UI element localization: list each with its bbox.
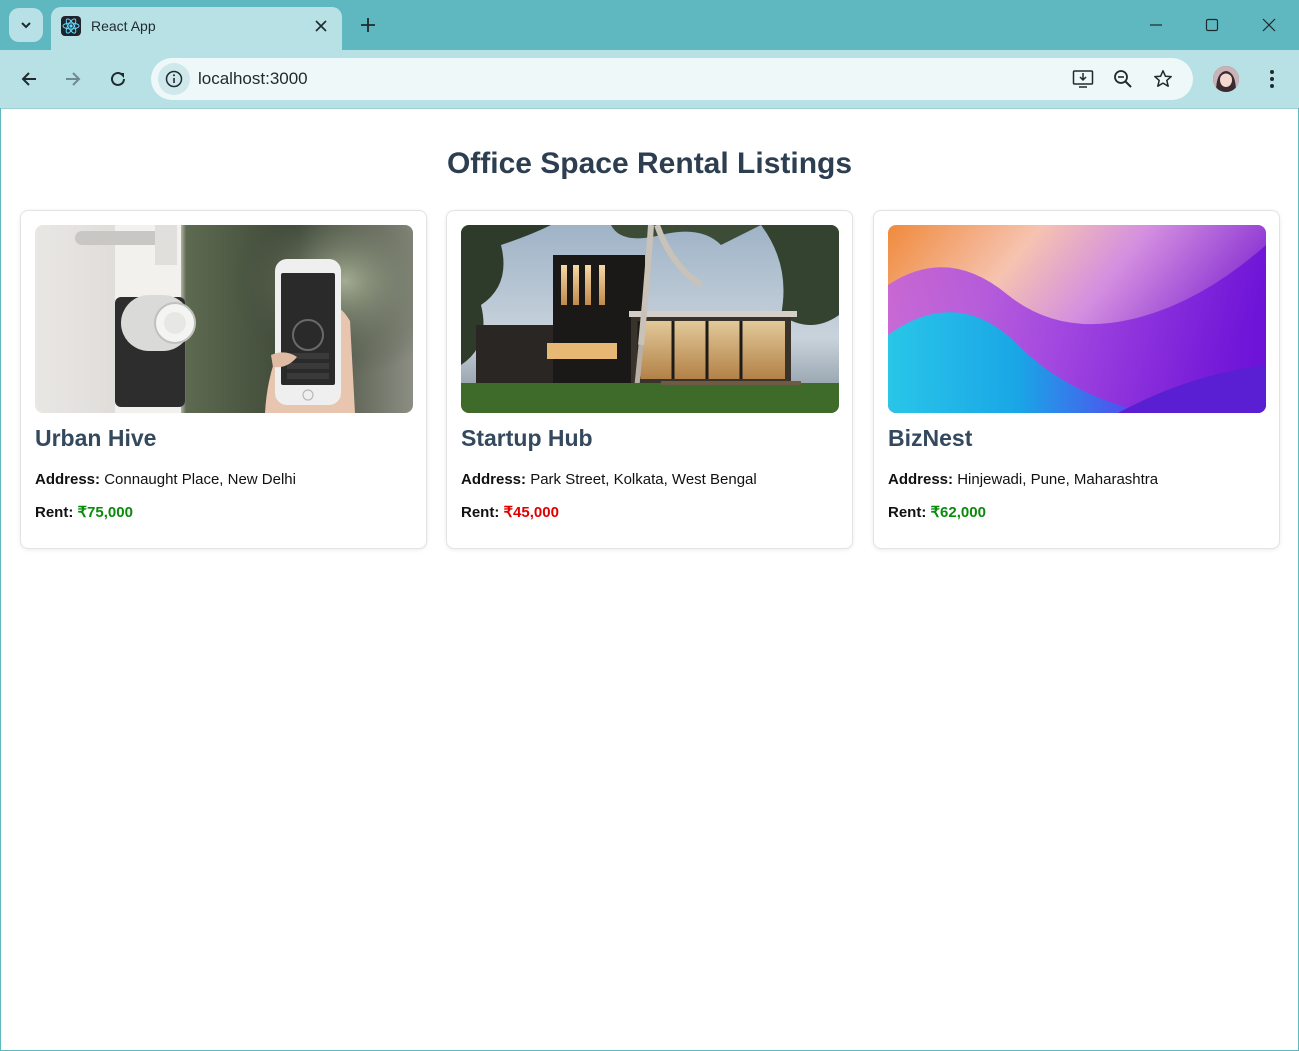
listing-rent: Rent: ₹62,000 [888,503,986,521]
site-info-button[interactable] [158,63,190,95]
listing-name: Urban Hive [35,425,157,451]
profile-avatar-image [1213,66,1239,92]
address-label: Address: [35,471,101,488]
browser-tab-strip: React App [0,0,1299,50]
rent-value: ₹75,000 [77,504,133,521]
close-icon [1262,18,1276,32]
listing-image-smart-lock [35,225,413,413]
listing-card: BizNest Address: Hinjewadi, Pune, Mahara… [873,210,1280,549]
plus-icon [361,18,375,32]
rent-label: Rent: [461,504,500,521]
address-value: Park Street, Kolkata, West Bengal [530,471,757,488]
listing-image-modern-house [461,225,839,413]
tab-search-button[interactable] [9,8,43,42]
tab-title: React App [91,18,156,34]
minimize-icon [1150,24,1162,26]
rent-label: Rent: [888,504,927,521]
listing-card: Urban Hive Address: Connaught Place, New… [20,210,427,549]
back-button[interactable] [13,63,45,95]
maximize-icon [1205,18,1219,32]
address-value: Connaught Place, New Delhi [104,471,296,488]
forward-button[interactable] [57,63,89,95]
avatar[interactable] [1213,66,1239,92]
listing-card: Startup Hub Address: Park Street, Kolkat… [446,210,853,549]
address-label: Address: [461,471,527,488]
listing-rent: Rent: ₹75,000 [35,503,133,521]
browser-menu-button[interactable] [1258,64,1286,94]
star-icon [1154,70,1172,87]
install-app-icon [1072,70,1094,88]
bookmark-button[interactable] [1149,65,1177,93]
rent-label: Rent: [35,504,74,521]
listing-name: BizNest [888,425,973,451]
rent-value: ₹45,000 [503,504,559,521]
maximize-button[interactable] [1197,10,1227,40]
listing-image-abstract-gradient [888,225,1266,413]
listing-rent: Rent: ₹45,000 [461,503,559,521]
react-logo-icon [61,16,81,36]
page-viewport: Office Space Rental Listings Urban Hive … [1,108,1298,1050]
window-close-button[interactable] [1254,10,1284,40]
install-app-button[interactable] [1069,65,1097,93]
listing-address: Address: Park Street, Kolkata, West Beng… [461,471,757,488]
listing-name: Startup Hub [461,425,593,451]
reload-button[interactable] [102,63,134,95]
zoom-out-icon [1114,70,1132,88]
browser-toolbar: localhost:3000 [0,50,1299,108]
tab-close-button[interactable] [310,15,332,37]
tab-react-app[interactable]: React App [51,7,342,50]
kebab-menu-icon [1270,70,1274,88]
url-text[interactable]: localhost:3000 [198,69,308,89]
listing-address: Address: Connaught Place, New Delhi [35,471,296,488]
chevron-down-icon [21,22,31,29]
listing-address: Address: Hinjewadi, Pune, Maharashtra [888,471,1158,488]
minimize-button[interactable] [1141,10,1171,40]
reload-icon [111,71,125,86]
address-label: Address: [888,471,954,488]
address-value: Hinjewadi, Pune, Maharashtra [957,471,1159,488]
arrow-left-icon [21,72,36,86]
rent-value: ₹62,000 [930,504,986,521]
zoom-button[interactable] [1109,65,1137,93]
info-icon [165,70,183,88]
close-icon [315,20,327,32]
arrow-right-icon [66,72,81,86]
page-title: Office Space Rental Listings [446,147,853,180]
new-tab-button[interactable] [355,12,381,38]
address-bar[interactable]: localhost:3000 [151,58,1193,100]
